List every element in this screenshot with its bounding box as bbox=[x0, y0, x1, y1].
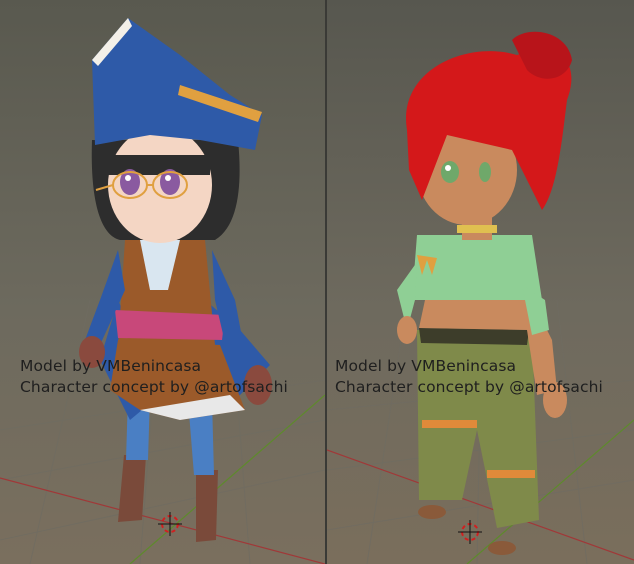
credits-overlay-left: Model by VMBenincasa Character concept b… bbox=[20, 356, 288, 398]
viewport-stage: Model by VMBenincasa Character concept b… bbox=[0, 0, 634, 564]
credit-concept: Character concept by @artofsachi bbox=[20, 378, 288, 396]
credit-concept: Character concept by @artofsachi bbox=[335, 378, 603, 396]
credit-model: Model by VMBenincasa bbox=[335, 357, 517, 375]
credits-overlay-right: Model by VMBenincasa Character concept b… bbox=[335, 356, 603, 398]
viewport-left[interactable]: Model by VMBenincasa Character concept b… bbox=[0, 0, 325, 564]
viewport-right[interactable]: Model by VMBenincasa Character concept b… bbox=[327, 0, 634, 564]
credit-model: Model by VMBenincasa bbox=[20, 357, 202, 375]
viewport-right-render bbox=[327, 0, 634, 564]
viewport-left-render bbox=[0, 0, 325, 564]
